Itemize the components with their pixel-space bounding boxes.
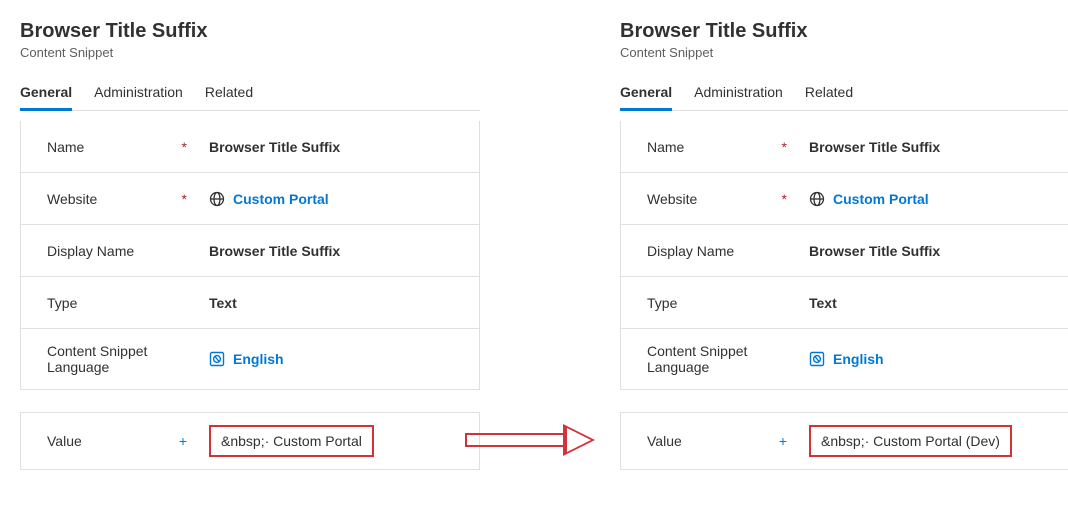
field-website: Website * Custom Portal bbox=[621, 173, 1068, 225]
language-lookup-link[interactable]: English bbox=[833, 351, 884, 367]
field-label: Content Snippet Language bbox=[647, 343, 797, 375]
required-indicator: * bbox=[782, 139, 787, 155]
field-label: Type bbox=[647, 295, 797, 311]
field-display-name: Display Name Browser Title Suffix bbox=[621, 225, 1068, 277]
record-title: Browser Title Suffix bbox=[620, 20, 1068, 43]
field-label: Website * bbox=[647, 191, 797, 207]
field-label: Content Snippet Language bbox=[47, 343, 197, 375]
field-label: Display Name bbox=[647, 243, 797, 259]
tab-related[interactable]: Related bbox=[805, 78, 853, 111]
tab-general[interactable]: General bbox=[620, 78, 672, 111]
required-indicator: * bbox=[182, 191, 187, 207]
field-value[interactable]: Custom Portal bbox=[797, 191, 1053, 207]
website-lookup-link[interactable]: Custom Portal bbox=[233, 191, 329, 207]
tab-administration[interactable]: Administration bbox=[94, 78, 183, 111]
field-name: Name * Browser Title Suffix bbox=[621, 121, 1068, 173]
required-indicator: * bbox=[782, 191, 787, 207]
value-section: Value + &nbsp;· Custom Portal bbox=[20, 412, 480, 470]
value-section: Value + &nbsp;· Custom Portal (Dev) bbox=[620, 412, 1068, 470]
form-section: Name * Browser Title Suffix Website * Cu… bbox=[20, 121, 480, 390]
record-subtitle: Content Snippet bbox=[620, 45, 1068, 60]
field-value[interactable]: &nbsp;· Custom Portal bbox=[197, 425, 453, 457]
tab-related[interactable]: Related bbox=[205, 78, 253, 111]
required-indicator: * bbox=[182, 139, 187, 155]
field-label: Type bbox=[47, 295, 197, 311]
globe-icon bbox=[809, 191, 825, 207]
language-icon bbox=[809, 351, 825, 367]
tab-administration[interactable]: Administration bbox=[694, 78, 783, 111]
field-value[interactable]: Text bbox=[197, 295, 453, 311]
recommended-indicator: + bbox=[179, 433, 187, 449]
field-value-row: Value + &nbsp;· Custom Portal bbox=[21, 413, 479, 469]
field-value[interactable]: English bbox=[797, 351, 1053, 367]
record-title: Browser Title Suffix bbox=[20, 20, 480, 43]
transition-arrow bbox=[450, 420, 610, 460]
field-type: Type Text bbox=[21, 277, 479, 329]
highlighted-value-box: &nbsp;· Custom Portal bbox=[209, 425, 374, 457]
field-label: Value + bbox=[647, 433, 797, 449]
field-value[interactable]: Browser Title Suffix bbox=[197, 243, 453, 259]
field-value[interactable]: Text bbox=[797, 295, 1053, 311]
field-display-name: Display Name Browser Title Suffix bbox=[21, 225, 479, 277]
field-language: Content Snippet Language English bbox=[621, 329, 1068, 389]
record-panel-right: Browser Title Suffix Content Snippet Gen… bbox=[620, 20, 1068, 470]
field-label: Name * bbox=[647, 139, 797, 155]
field-label: Website * bbox=[47, 191, 197, 207]
field-label: Name * bbox=[47, 139, 197, 155]
field-name: Name * Browser Title Suffix bbox=[21, 121, 479, 173]
tabs: General Administration Related bbox=[620, 78, 1068, 111]
field-language: Content Snippet Language English bbox=[21, 329, 479, 389]
field-value[interactable]: Browser Title Suffix bbox=[197, 139, 453, 155]
tab-general[interactable]: General bbox=[20, 78, 72, 111]
field-value[interactable]: English bbox=[197, 351, 453, 367]
highlighted-value-box: &nbsp;· Custom Portal (Dev) bbox=[809, 425, 1012, 457]
field-value-row: Value + &nbsp;· Custom Portal (Dev) bbox=[621, 413, 1068, 469]
field-value[interactable]: &nbsp;· Custom Portal (Dev) bbox=[797, 425, 1053, 457]
globe-icon bbox=[209, 191, 225, 207]
field-value[interactable]: Custom Portal bbox=[197, 191, 453, 207]
language-lookup-link[interactable]: English bbox=[233, 351, 284, 367]
form-section: Name * Browser Title Suffix Website * Cu… bbox=[620, 121, 1068, 390]
tabs: General Administration Related bbox=[20, 78, 480, 111]
record-panel-left: Browser Title Suffix Content Snippet Gen… bbox=[20, 20, 480, 470]
field-label: Display Name bbox=[47, 243, 197, 259]
field-website: Website * Custom Portal bbox=[21, 173, 479, 225]
field-value[interactable]: Browser Title Suffix bbox=[797, 139, 1053, 155]
field-label: Value + bbox=[47, 433, 197, 449]
field-type: Type Text bbox=[621, 277, 1068, 329]
record-subtitle: Content Snippet bbox=[20, 45, 480, 60]
field-value[interactable]: Browser Title Suffix bbox=[797, 243, 1053, 259]
website-lookup-link[interactable]: Custom Portal bbox=[833, 191, 929, 207]
language-icon bbox=[209, 351, 225, 367]
recommended-indicator: + bbox=[779, 433, 787, 449]
